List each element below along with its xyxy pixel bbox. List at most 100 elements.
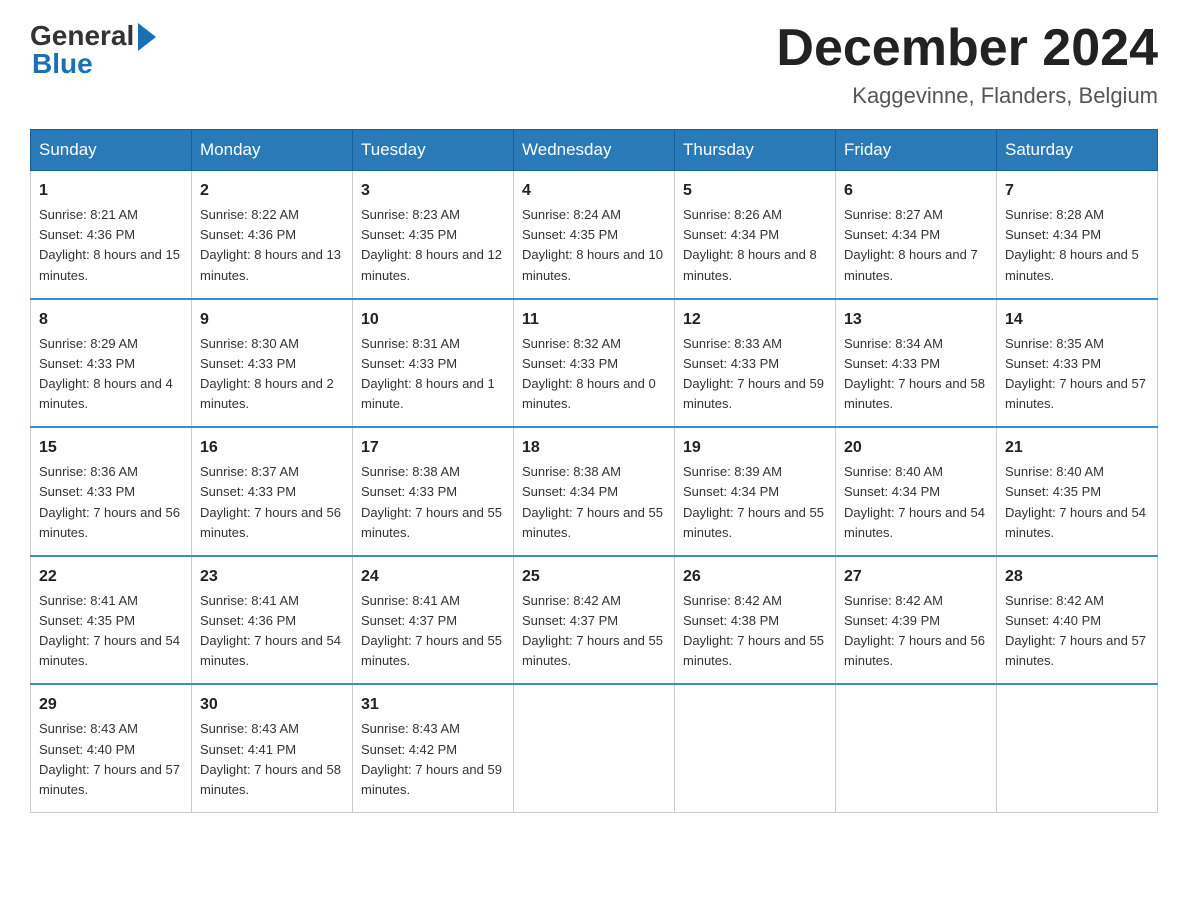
calendar-cell: 18 Sunrise: 8:38 AMSunset: 4:34 PMDayligh… bbox=[514, 427, 675, 556]
calendar-table: SundayMondayTuesdayWednesdayThursdayFrid… bbox=[30, 129, 1158, 813]
day-info: Sunrise: 8:43 AMSunset: 4:42 PMDaylight:… bbox=[361, 721, 502, 796]
day-number: 7 bbox=[1005, 179, 1149, 203]
day-number: 18 bbox=[522, 436, 666, 460]
weekday-header-saturday: Saturday bbox=[997, 130, 1158, 171]
calendar-cell: 16 Sunrise: 8:37 AMSunset: 4:33 PMDayligh… bbox=[192, 427, 353, 556]
day-info: Sunrise: 8:43 AMSunset: 4:40 PMDaylight:… bbox=[39, 721, 180, 796]
page-header: General Blue December 2024 Kaggevinne, F… bbox=[30, 20, 1158, 109]
day-number: 28 bbox=[1005, 565, 1149, 589]
calendar-cell: 19Sunrise: 8:39 AMSunset: 4:34 PMDayligh… bbox=[675, 427, 836, 556]
day-number: 8 bbox=[39, 308, 183, 332]
calendar-cell: 31 Sunrise: 8:43 AMSunset: 4:42 PMDayligh… bbox=[353, 684, 514, 812]
day-info: Sunrise: 8:23 AMSunset: 4:35 PMDaylight:… bbox=[361, 207, 502, 282]
calendar-cell bbox=[514, 684, 675, 812]
calendar-week-4: 22 Sunrise: 8:41 AMSunset: 4:35 PMDayligh… bbox=[31, 556, 1158, 685]
weekday-header-monday: Monday bbox=[192, 130, 353, 171]
logo: General Blue bbox=[30, 20, 156, 80]
calendar-cell: 27 Sunrise: 8:42 AMSunset: 4:39 PMDayligh… bbox=[836, 556, 997, 685]
day-info: Sunrise: 8:26 AMSunset: 4:34 PMDaylight:… bbox=[683, 207, 817, 282]
day-info: Sunrise: 8:28 AMSunset: 4:34 PMDaylight:… bbox=[1005, 207, 1139, 282]
day-info: Sunrise: 8:31 AMSunset: 4:33 PMDaylight:… bbox=[361, 336, 495, 411]
calendar-cell: 4Sunrise: 8:24 AMSunset: 4:35 PMDaylight… bbox=[514, 171, 675, 299]
day-number: 16 bbox=[200, 436, 344, 460]
day-info: Sunrise: 8:41 AMSunset: 4:37 PMDaylight:… bbox=[361, 593, 502, 668]
calendar-cell: 1 Sunrise: 8:21 AMSunset: 4:36 PMDaylight… bbox=[31, 171, 192, 299]
calendar-cell: 29Sunrise: 8:43 AMSunset: 4:40 PMDayligh… bbox=[31, 684, 192, 812]
day-info: Sunrise: 8:37 AMSunset: 4:33 PMDaylight:… bbox=[200, 464, 341, 539]
weekday-header-thursday: Thursday bbox=[675, 130, 836, 171]
day-number: 31 bbox=[361, 693, 505, 717]
calendar-cell: 12Sunrise: 8:33 AMSunset: 4:33 PMDayligh… bbox=[675, 299, 836, 428]
logo-arrow-icon bbox=[138, 23, 156, 51]
calendar-week-1: 1 Sunrise: 8:21 AMSunset: 4:36 PMDaylight… bbox=[31, 171, 1158, 299]
calendar-cell: 22 Sunrise: 8:41 AMSunset: 4:35 PMDayligh… bbox=[31, 556, 192, 685]
day-number: 23 bbox=[200, 565, 344, 589]
day-info: Sunrise: 8:40 AMSunset: 4:34 PMDaylight:… bbox=[844, 464, 985, 539]
day-info: Sunrise: 8:21 AMSunset: 4:36 PMDaylight:… bbox=[39, 207, 180, 282]
weekday-header-sunday: Sunday bbox=[31, 130, 192, 171]
calendar-week-2: 8 Sunrise: 8:29 AMSunset: 4:33 PMDaylight… bbox=[31, 299, 1158, 428]
day-number: 24 bbox=[361, 565, 505, 589]
calendar-cell bbox=[675, 684, 836, 812]
calendar-cell: 28 Sunrise: 8:42 AMSunset: 4:40 PMDayligh… bbox=[997, 556, 1158, 685]
calendar-cell: 15Sunrise: 8:36 AMSunset: 4:33 PMDayligh… bbox=[31, 427, 192, 556]
day-number: 17 bbox=[361, 436, 505, 460]
day-info: Sunrise: 8:32 AMSunset: 4:33 PMDaylight:… bbox=[522, 336, 656, 411]
day-info: Sunrise: 8:22 AMSunset: 4:36 PMDaylight:… bbox=[200, 207, 341, 282]
calendar-cell: 9 Sunrise: 8:30 AMSunset: 4:33 PMDaylight… bbox=[192, 299, 353, 428]
day-number: 15 bbox=[39, 436, 183, 460]
day-number: 14 bbox=[1005, 308, 1149, 332]
calendar-cell: 24 Sunrise: 8:41 AMSunset: 4:37 PMDayligh… bbox=[353, 556, 514, 685]
day-info: Sunrise: 8:42 AMSunset: 4:37 PMDaylight:… bbox=[522, 593, 663, 668]
day-info: Sunrise: 8:42 AMSunset: 4:38 PMDaylight:… bbox=[683, 593, 824, 668]
day-info: Sunrise: 8:43 AMSunset: 4:41 PMDaylight:… bbox=[200, 721, 341, 796]
day-number: 5 bbox=[683, 179, 827, 203]
day-info: Sunrise: 8:41 AMSunset: 4:35 PMDaylight:… bbox=[39, 593, 180, 668]
day-number: 30 bbox=[200, 693, 344, 717]
weekday-header-friday: Friday bbox=[836, 130, 997, 171]
day-number: 4 bbox=[522, 179, 666, 203]
calendar-cell: 20Sunrise: 8:40 AMSunset: 4:34 PMDayligh… bbox=[836, 427, 997, 556]
calendar-cell bbox=[836, 684, 997, 812]
calendar-cell: 8 Sunrise: 8:29 AMSunset: 4:33 PMDaylight… bbox=[31, 299, 192, 428]
calendar-cell: 10 Sunrise: 8:31 AMSunset: 4:33 PMDayligh… bbox=[353, 299, 514, 428]
calendar-cell: 5 Sunrise: 8:26 AMSunset: 4:34 PMDaylight… bbox=[675, 171, 836, 299]
calendar-cell: 21 Sunrise: 8:40 AMSunset: 4:35 PMDayligh… bbox=[997, 427, 1158, 556]
day-number: 27 bbox=[844, 565, 988, 589]
day-info: Sunrise: 8:41 AMSunset: 4:36 PMDaylight:… bbox=[200, 593, 341, 668]
day-info: Sunrise: 8:42 AMSunset: 4:39 PMDaylight:… bbox=[844, 593, 985, 668]
day-info: Sunrise: 8:30 AMSunset: 4:33 PMDaylight:… bbox=[200, 336, 334, 411]
day-number: 3 bbox=[361, 179, 505, 203]
day-number: 21 bbox=[1005, 436, 1149, 460]
day-info: Sunrise: 8:42 AMSunset: 4:40 PMDaylight:… bbox=[1005, 593, 1146, 668]
day-info: Sunrise: 8:38 AMSunset: 4:34 PMDaylight:… bbox=[522, 464, 663, 539]
day-number: 12 bbox=[683, 308, 827, 332]
calendar-week-5: 29Sunrise: 8:43 AMSunset: 4:40 PMDayligh… bbox=[31, 684, 1158, 812]
weekday-header-tuesday: Tuesday bbox=[353, 130, 514, 171]
calendar-cell: 17Sunrise: 8:38 AMSunset: 4:33 PMDayligh… bbox=[353, 427, 514, 556]
calendar-cell: 14Sunrise: 8:35 AMSunset: 4:33 PMDayligh… bbox=[997, 299, 1158, 428]
calendar-cell: 2Sunrise: 8:22 AMSunset: 4:36 PMDaylight… bbox=[192, 171, 353, 299]
day-number: 1 bbox=[39, 179, 183, 203]
calendar-cell: 25Sunrise: 8:42 AMSunset: 4:37 PMDayligh… bbox=[514, 556, 675, 685]
day-info: Sunrise: 8:40 AMSunset: 4:35 PMDaylight:… bbox=[1005, 464, 1146, 539]
day-number: 22 bbox=[39, 565, 183, 589]
location-title: Kaggevinne, Flanders, Belgium bbox=[776, 83, 1158, 109]
calendar-cell: 6Sunrise: 8:27 AMSunset: 4:34 PMDaylight… bbox=[836, 171, 997, 299]
calendar-cell: 13Sunrise: 8:34 AMSunset: 4:33 PMDayligh… bbox=[836, 299, 997, 428]
day-number: 6 bbox=[844, 179, 988, 203]
calendar-cell: 11 Sunrise: 8:32 AMSunset: 4:33 PMDayligh… bbox=[514, 299, 675, 428]
day-number: 10 bbox=[361, 308, 505, 332]
day-number: 11 bbox=[522, 308, 666, 332]
calendar-cell: 26Sunrise: 8:42 AMSunset: 4:38 PMDayligh… bbox=[675, 556, 836, 685]
title-area: December 2024 Kaggevinne, Flanders, Belg… bbox=[776, 20, 1158, 109]
weekday-header-row: SundayMondayTuesdayWednesdayThursdayFrid… bbox=[31, 130, 1158, 171]
day-info: Sunrise: 8:34 AMSunset: 4:33 PMDaylight:… bbox=[844, 336, 985, 411]
calendar-cell bbox=[997, 684, 1158, 812]
calendar-cell: 7 Sunrise: 8:28 AMSunset: 4:34 PMDaylight… bbox=[997, 171, 1158, 299]
day-info: Sunrise: 8:39 AMSunset: 4:34 PMDaylight:… bbox=[683, 464, 824, 539]
logo-blue-text: Blue bbox=[32, 48, 93, 80]
calendar-cell: 23 Sunrise: 8:41 AMSunset: 4:36 PMDayligh… bbox=[192, 556, 353, 685]
day-info: Sunrise: 8:29 AMSunset: 4:33 PMDaylight:… bbox=[39, 336, 173, 411]
day-number: 9 bbox=[200, 308, 344, 332]
